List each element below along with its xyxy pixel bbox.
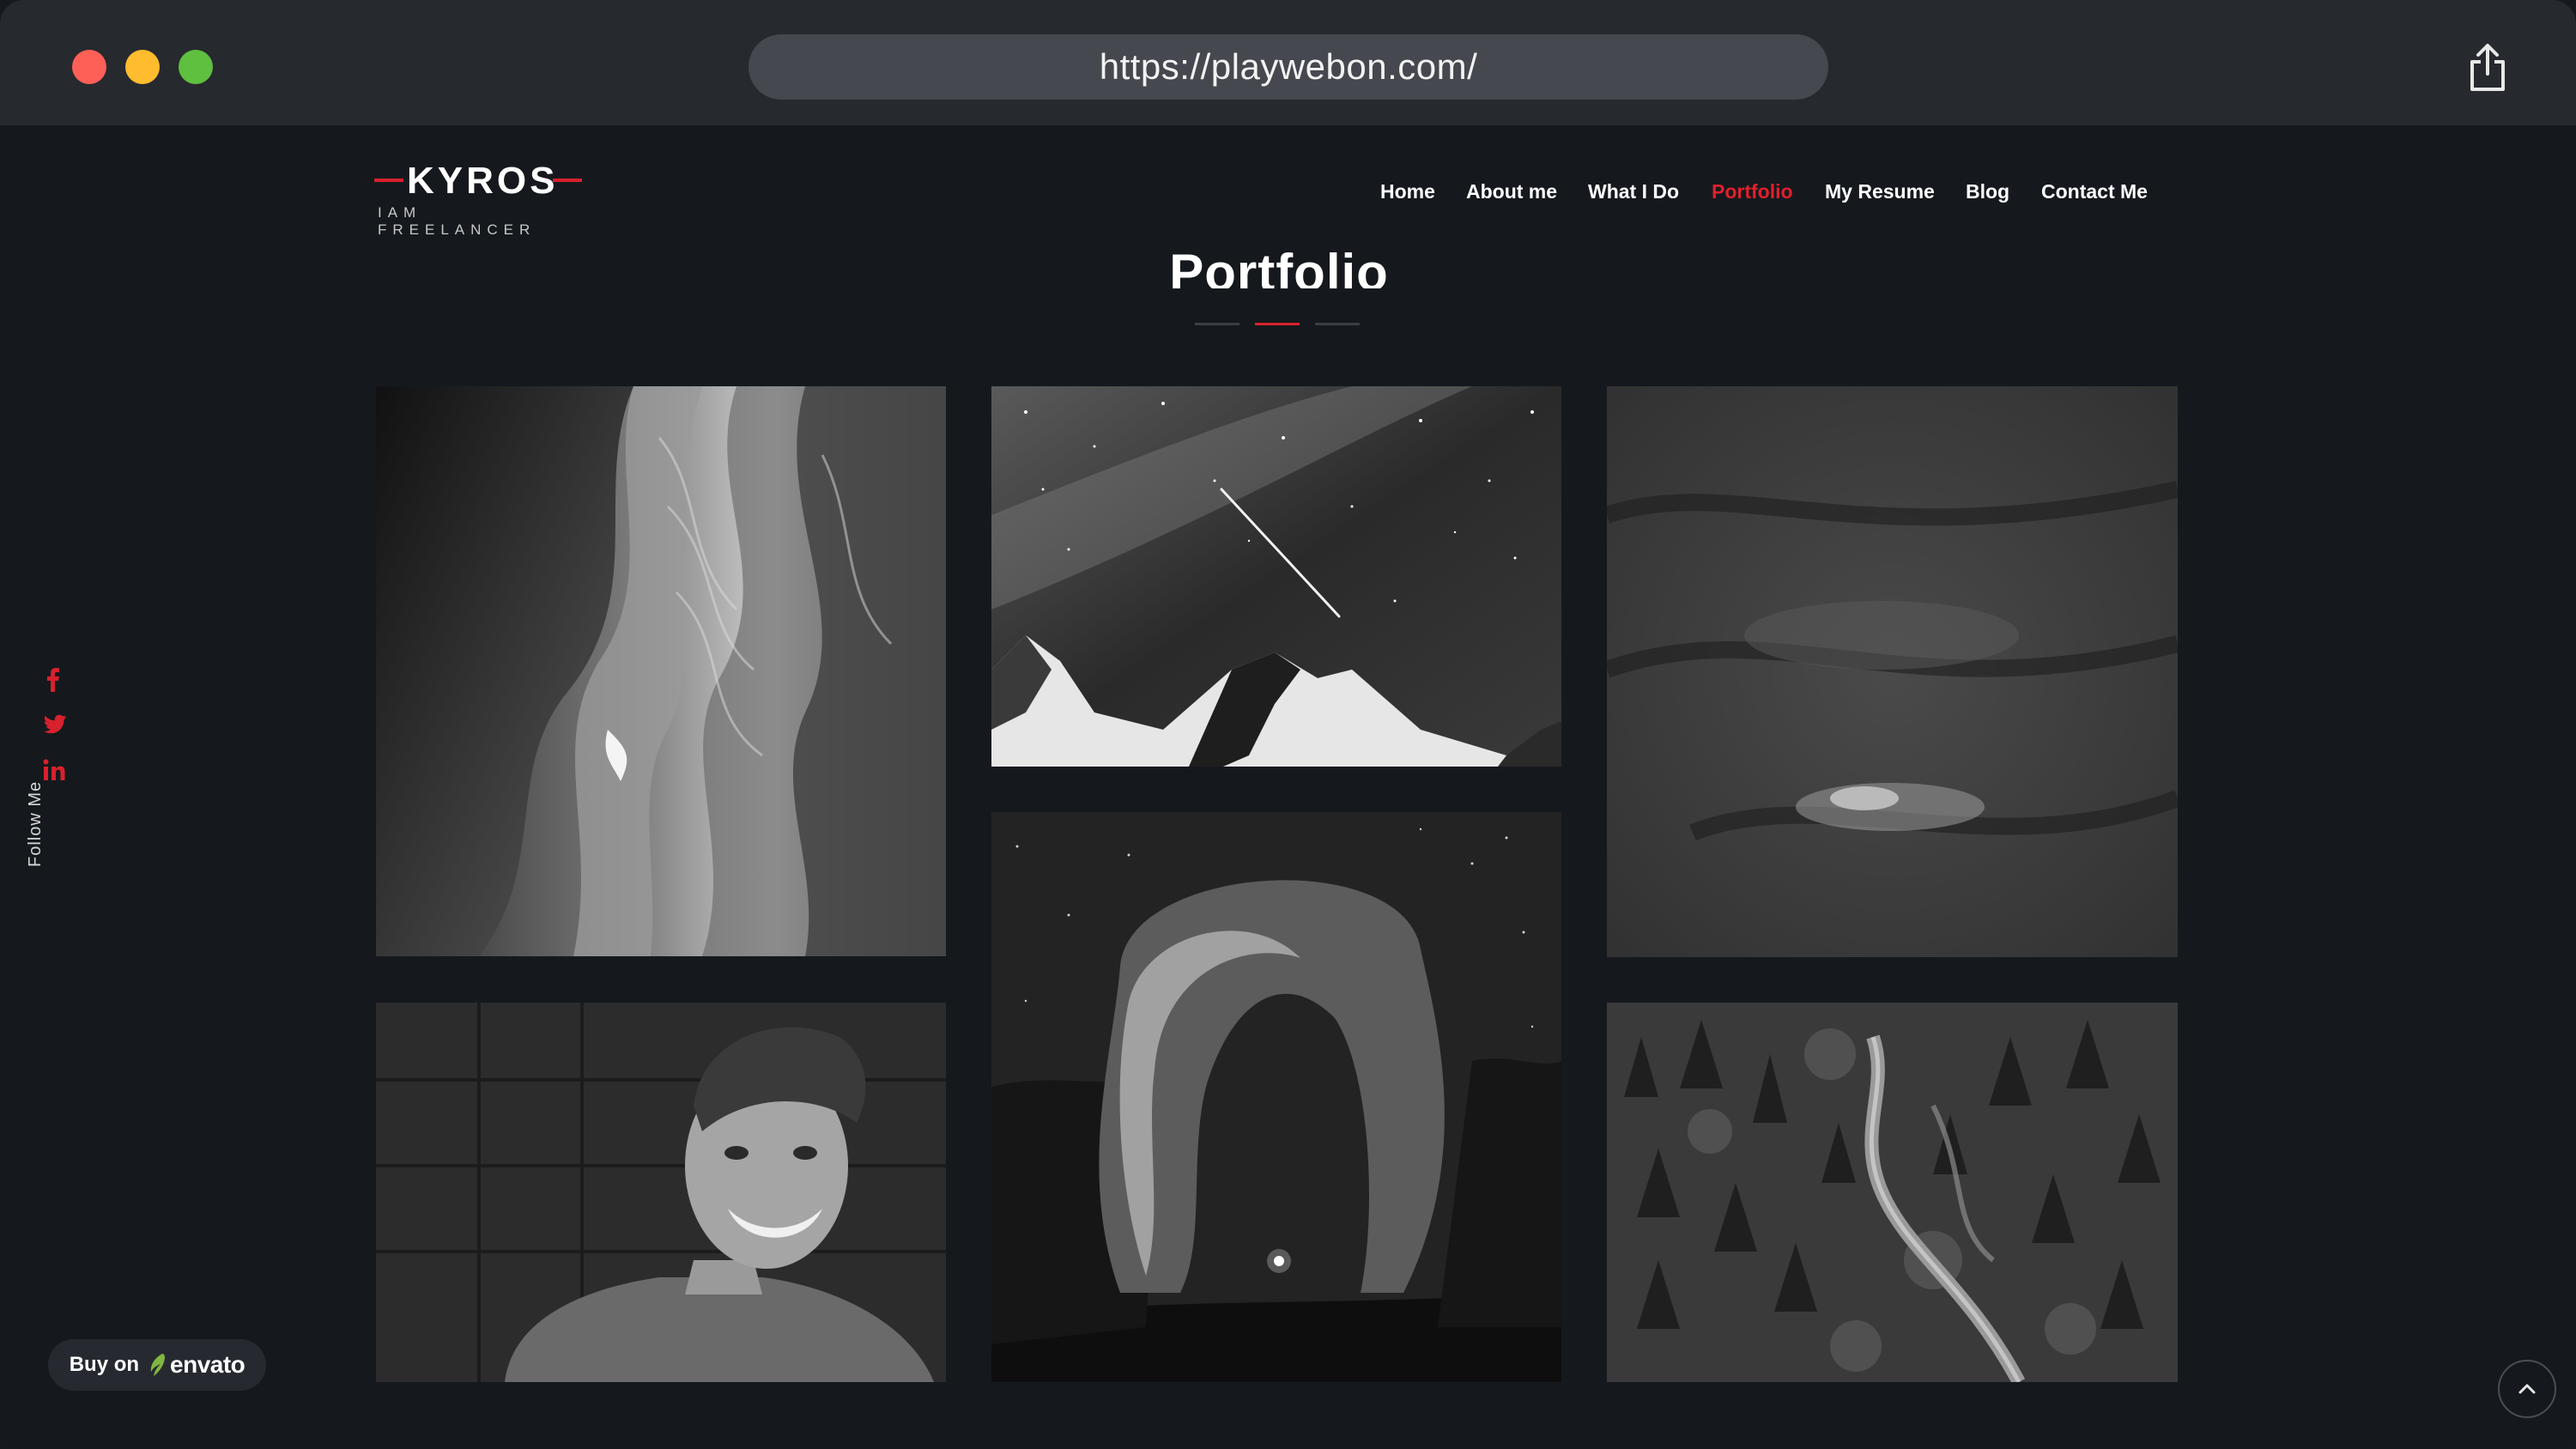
nav-item-what-i-do[interactable]: What I Do (1588, 177, 1679, 206)
title-divider-center (1255, 323, 1300, 325)
title-divider-left (1195, 323, 1240, 325)
clouds-image (1607, 386, 2178, 957)
buy-prefix: Buy on (69, 1353, 140, 1376)
section-title-wrap: Portfolio (1116, 233, 1442, 288)
nav-item-blog[interactable]: Blog (1966, 177, 2009, 206)
envato-leaf-icon (150, 1354, 166, 1376)
logo-tagline: IAM FREELANCER (378, 204, 536, 238)
forest-image (1607, 1003, 2178, 1382)
section-title: Portfolio (1169, 244, 1389, 288)
nav-item-my-resume[interactable]: My Resume (1825, 177, 1935, 206)
buy-on-envato-button[interactable]: Buy on envato (48, 1339, 266, 1391)
follow-me-label: Follow Me (26, 780, 45, 867)
portfolio-item-arch[interactable] (991, 812, 1561, 1382)
twitter-icon[interactable] (43, 714, 67, 735)
browser-window: https://playwebon.com/ KYROS IAM FREELAN… (0, 0, 2576, 1449)
nav-item-contact[interactable]: Contact Me (2041, 177, 2148, 206)
minimize-window-button[interactable] (125, 50, 160, 84)
site-logo[interactable]: KYROS IAM FREELANCER (374, 160, 587, 238)
portfolio-item-canyon[interactable] (376, 386, 946, 956)
browser-toolbar: https://playwebon.com/ (0, 0, 2576, 125)
arch-image (991, 812, 1561, 1382)
envato-brand: envato (170, 1351, 245, 1378)
nav-item-portfolio[interactable]: Portfolio (1712, 177, 1793, 206)
portfolio-item-clouds[interactable] (1607, 386, 2178, 957)
nav-item-about[interactable]: About me (1466, 177, 1557, 206)
close-window-button[interactable] (72, 50, 106, 84)
title-divider-right (1315, 323, 1360, 325)
maximize-window-button[interactable] (179, 50, 213, 84)
facebook-icon[interactable] (43, 666, 64, 692)
nav-item-home[interactable]: Home (1380, 177, 1435, 206)
logo-name: KYROS (407, 160, 559, 202)
portfolio-item-forest[interactable] (1607, 1003, 2178, 1382)
address-bar-url: https://playwebon.com/ (1099, 46, 1478, 87)
share-icon[interactable] (2468, 43, 2507, 93)
chevron-up-icon (2518, 1384, 2536, 1394)
portrait-image (376, 1003, 946, 1382)
back-to-top-button[interactable] (2498, 1360, 2556, 1418)
portfolio-item-portrait[interactable] (376, 1003, 946, 1382)
address-bar[interactable]: https://playwebon.com/ (749, 34, 1828, 100)
logo-accent-bar-right (553, 179, 582, 182)
night-sky-image (991, 386, 1561, 767)
portfolio-item-night-sky[interactable] (991, 386, 1561, 767)
logo-accent-bar-left (374, 179, 403, 182)
canyon-image (376, 386, 946, 956)
